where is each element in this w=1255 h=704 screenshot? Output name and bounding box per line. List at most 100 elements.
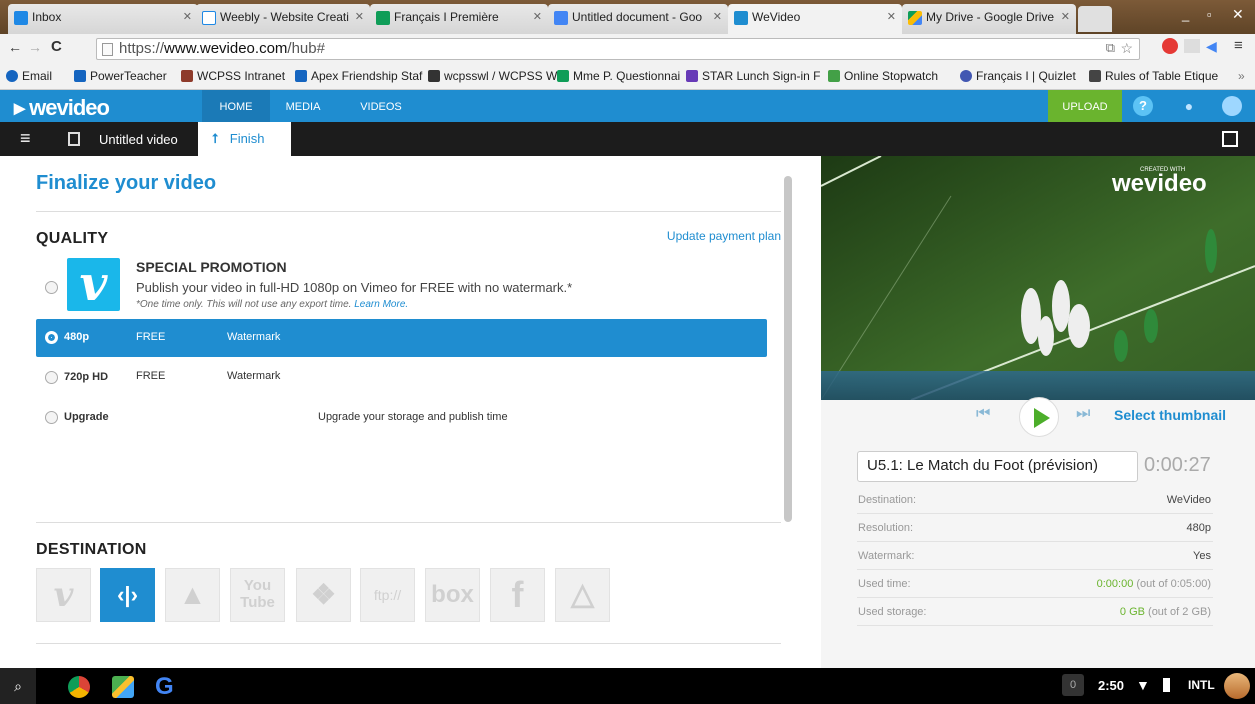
quality-option-480p[interactable]: 480p FREE Watermark <box>36 319 767 357</box>
weebly-icon <box>202 11 216 25</box>
bookmark-wcpsswl[interactable]: wcpsswl / WCPSS W <box>428 69 557 83</box>
launcher-search-icon[interactable]: ⌕ <box>0 668 36 704</box>
star-icon[interactable]: ☆ <box>1120 40 1133 57</box>
nav-home[interactable]: HOME <box>202 90 270 122</box>
bookmark-apex[interactable]: Apex Friendship Staf <box>295 69 422 83</box>
project-title[interactable]: Untitled video <box>99 132 178 147</box>
option-name: 720p HD <box>64 371 109 383</box>
close-icon[interactable]: ✕ <box>713 10 722 23</box>
drive-icon <box>908 11 922 25</box>
previous-frame-icon[interactable]: ⏮ <box>976 405 990 423</box>
learn-more-link[interactable]: Learn More. <box>354 299 408 310</box>
sheets-icon <box>557 70 569 82</box>
clock[interactable]: 2:50 <box>1098 678 1124 693</box>
upload-button[interactable]: UPLOAD <box>1048 90 1122 122</box>
google-drive-destination-icon[interactable]: △ <box>555 568 610 622</box>
pb-icon <box>428 70 440 82</box>
destination-heading: DESTINATION <box>36 541 147 558</box>
browser-tab-docs[interactable]: Untitled document - Goo ✕ <box>548 4 728 34</box>
page-action-icon[interactable]: ⧉ <box>1106 40 1115 56</box>
quality-option-upgrade[interactable]: Upgrade Upgrade your storage and publish… <box>36 399 767 437</box>
notification-count[interactable]: 0 <box>1062 674 1084 696</box>
minimize-icon[interactable]: _ <box>1182 7 1189 22</box>
ftp-destination-icon[interactable]: ftp:// <box>360 568 415 622</box>
bookmark-rules[interactable]: Rules of Table Etique <box>1089 69 1218 83</box>
tab-label: Untitled document - Goo <box>572 10 703 24</box>
browser-tab-wevideo[interactable]: WeVideo ✕ <box>728 4 902 34</box>
input-method[interactable]: INTL <box>1188 678 1215 692</box>
close-icon[interactable]: ✕ <box>887 10 896 23</box>
promo-radio[interactable] <box>45 281 58 294</box>
back-icon[interactable]: ← <box>8 39 22 55</box>
bookmark-powerteacher[interactable]: PowerTeacher <box>74 69 167 83</box>
nav-media[interactable]: MEDIA <box>278 90 328 122</box>
close-icon[interactable]: ✕ <box>183 10 192 23</box>
quizlet-icon <box>960 70 972 82</box>
promo-title: SPECIAL PROMOTION <box>136 259 287 275</box>
scrollbar[interactable] <box>784 176 792 522</box>
youtube-destination-icon[interactable]: You Tube <box>230 568 285 622</box>
facebook-destination-icon[interactable]: f <box>490 568 545 622</box>
vimeo-logo: v <box>67 258 120 311</box>
forward-icon[interactable]: → <box>28 39 42 55</box>
app-header: ▸ wevideo HOME MEDIA VIDEOS UPLOAD ? ● <box>0 90 1255 122</box>
close-icon[interactable]: ✕ <box>1061 10 1070 23</box>
bookmark-email[interactable]: Email <box>6 69 52 83</box>
fullscreen-icon[interactable] <box>1222 131 1238 147</box>
bookmark-wcpss-intranet[interactable]: WCPSS Intranet <box>181 69 285 83</box>
hamburger-menu-icon[interactable]: ≡ <box>20 129 31 147</box>
user-avatar-icon[interactable] <box>1222 96 1242 116</box>
video-banner <box>821 371 1255 400</box>
browser-tab-francais[interactable]: Français I Première ✕ <box>370 4 548 34</box>
extension-icon[interactable]: ◀ <box>1206 38 1217 55</box>
bookmark-questionnaire[interactable]: Mme P. Questionnai <box>557 69 680 83</box>
bell-icon[interactable]: ● <box>1179 96 1199 116</box>
bookmark-star-lunch[interactable]: STAR Lunch Sign-in F <box>686 69 821 83</box>
maximize-icon[interactable]: ▫ <box>1207 7 1212 22</box>
close-icon[interactable]: ✕ <box>355 10 364 23</box>
video-title-input[interactable]: U5.1: Le Match du Foot (prévision) <box>857 451 1138 482</box>
bookmarks-bar: Email PowerTeacher WCPSS Intranet Apex F… <box>0 62 1255 90</box>
update-payment-plan-link[interactable]: Update payment plan <box>667 229 781 243</box>
next-frame-icon[interactable]: ⏭ <box>1076 405 1090 423</box>
finish-tab[interactable]: ⭡ Finish <box>198 122 291 156</box>
play-button[interactable] <box>1019 397 1059 437</box>
more-bookmarks-icon[interactable]: » <box>1238 69 1245 83</box>
chrome-icon[interactable] <box>68 676 90 698</box>
radio[interactable] <box>45 411 58 424</box>
new-tab-button[interactable] <box>1078 6 1112 32</box>
powerteacher-icon <box>74 70 86 82</box>
vimeo-destination-icon[interactable]: v <box>36 568 91 622</box>
wifi-icon[interactable]: ▼ <box>1136 677 1150 693</box>
maps-icon[interactable] <box>112 676 134 698</box>
wevideo-destination-icon[interactable]: ‹|› <box>100 568 155 622</box>
reload-icon[interactable]: C <box>51 38 62 55</box>
radio[interactable] <box>45 371 58 384</box>
bookmark-stopwatch[interactable]: Online Stopwatch <box>828 69 938 83</box>
browser-tab-inbox[interactable]: Inbox ✕ <box>8 4 198 34</box>
radio-selected[interactable] <box>45 331 58 344</box>
address-bar[interactable]: https://www.wevideo.com/hub# ⧉ ☆ <box>96 38 1140 60</box>
battery-icon[interactable] <box>1163 678 1170 692</box>
cast-icon[interactable] <box>1184 39 1200 53</box>
user-avatar-icon[interactable] <box>1224 673 1250 699</box>
quality-option-720p[interactable]: 720p HD FREE Watermark <box>36 359 767 397</box>
window-close-icon[interactable]: ✕ <box>1232 6 1244 23</box>
google-classroom-destination-icon[interactable]: ▲ <box>165 568 220 622</box>
bookmark-quizlet[interactable]: Français I | Quizlet <box>960 69 1076 83</box>
adblock-icon[interactable] <box>1162 38 1178 54</box>
wevideo-logo[interactable]: ▸ wevideo <box>14 95 110 121</box>
tab-label: Inbox <box>32 10 62 24</box>
browser-tab-weebly[interactable]: Weebly - Website Creati ✕ <box>196 4 370 34</box>
help-icon[interactable]: ? <box>1133 96 1153 116</box>
select-thumbnail-link[interactable]: Select thumbnail <box>1114 407 1226 423</box>
google-icon[interactable]: G <box>155 673 174 701</box>
dropbox-destination-icon[interactable]: ❖ <box>296 568 351 622</box>
nav-videos[interactable]: VIDEOS <box>352 90 410 122</box>
menu-icon[interactable]: ≡ <box>1234 37 1243 54</box>
box-destination-icon[interactable]: box <box>425 568 480 622</box>
browser-tab-drive[interactable]: My Drive - Google Drive ✕ <box>902 4 1076 34</box>
tab-label: My Drive - Google Drive <box>926 10 1055 24</box>
close-icon[interactable]: ✕ <box>533 10 542 23</box>
option-name: 480p <box>64 331 90 343</box>
